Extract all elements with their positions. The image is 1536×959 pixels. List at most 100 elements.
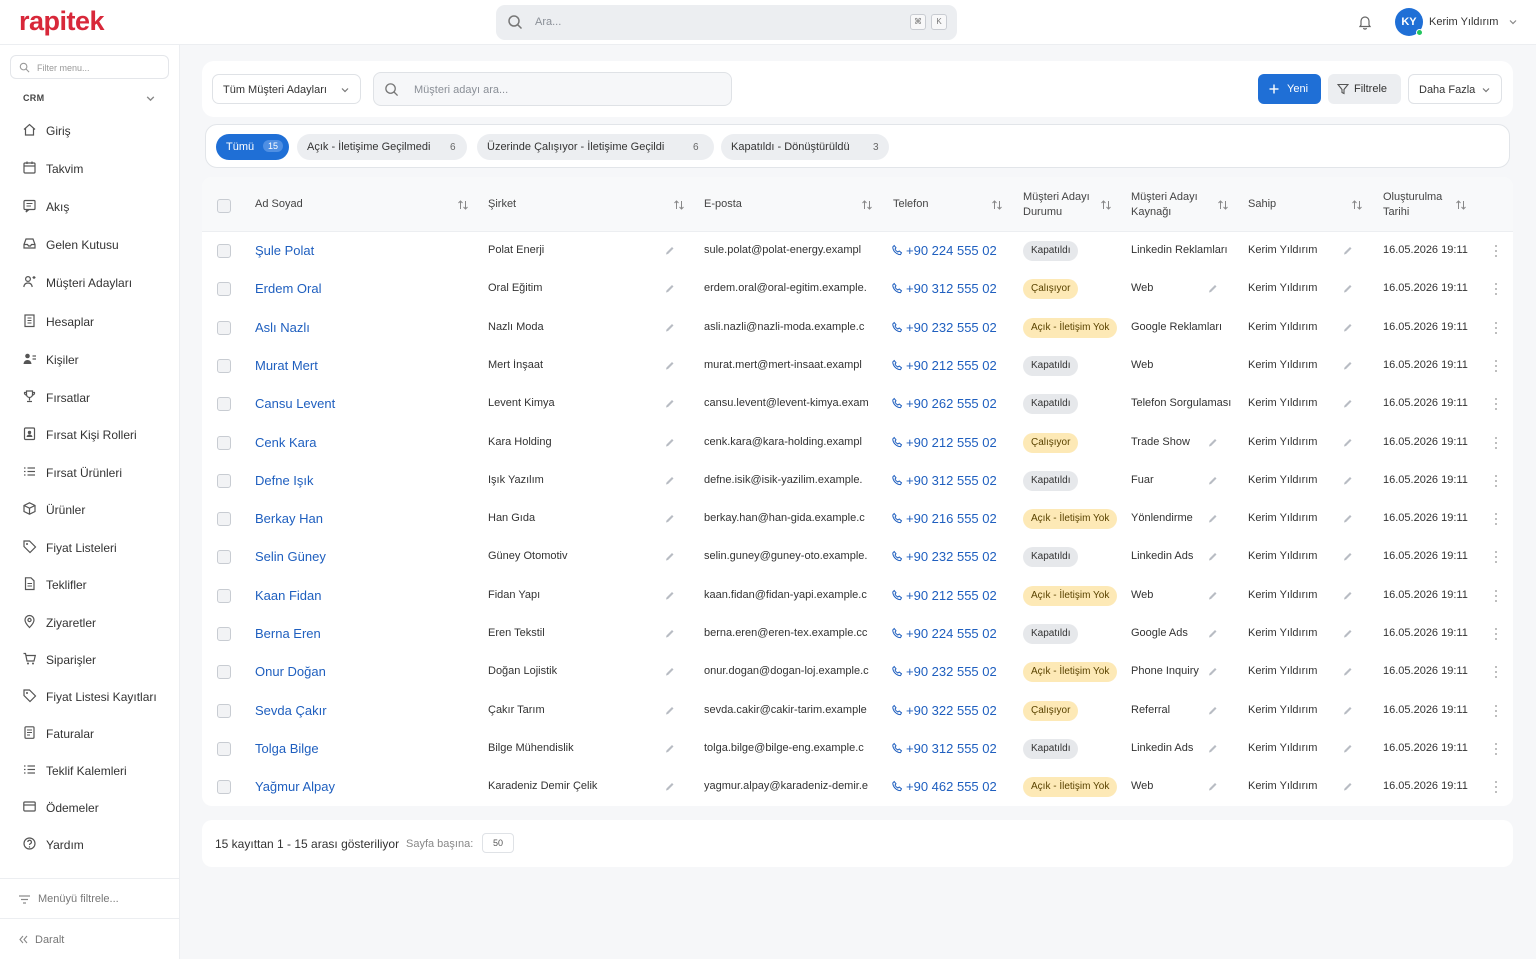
row-actions-icon[interactable]: [1492, 282, 1500, 296]
lead-name-link[interactable]: Aslı Nazlı: [255, 320, 455, 335]
phone-link[interactable]: +90 232 555 02: [906, 320, 1004, 335]
pencil-icon[interactable]: [1207, 437, 1218, 448]
column-header-owner[interactable]: Sahip: [1248, 197, 1276, 212]
sidebar-item-fırsat-ürünleri[interactable]: Fırsat Ürünleri: [10, 457, 170, 487]
phone-link[interactable]: +90 216 555 02: [906, 511, 1004, 526]
pencil-icon[interactable]: [1342, 245, 1353, 256]
row-checkbox[interactable]: [217, 665, 231, 680]
pencil-icon[interactable]: [664, 628, 675, 639]
email-cell[interactable]: berkay.han@han-gida.example.c: [704, 512, 876, 524]
row-checkbox[interactable]: [217, 780, 231, 795]
lead-name-link[interactable]: Şule Polat: [255, 243, 455, 258]
pencil-icon[interactable]: [664, 590, 675, 601]
list-view-select[interactable]: Tüm Müşteri Adayları: [212, 74, 361, 104]
table-row[interactable]: Defne Işık Işık Yazılım defne.isik@isik-…: [202, 462, 1513, 500]
row-actions-icon[interactable]: [1492, 627, 1500, 641]
row-actions-icon[interactable]: [1492, 397, 1500, 411]
pencil-icon[interactable]: [1342, 475, 1353, 486]
email-cell[interactable]: yagmur.alpay@karadeniz-demir.e: [704, 780, 876, 792]
lead-name-link[interactable]: Defne Işık: [255, 473, 455, 488]
pencil-icon[interactable]: [664, 360, 675, 371]
lead-name-link[interactable]: Selin Güney: [255, 549, 455, 564]
sidebar-item-fırsat-kişi-rolleri[interactable]: Fırsat Kişi Rolleri: [10, 419, 170, 449]
sidebar-item-fiyat-listeleri[interactable]: Fiyat Listeleri: [10, 532, 170, 562]
lead-name-link[interactable]: Yağmur Alpay: [255, 779, 455, 794]
sidebar-item-giriş[interactable]: Giriş: [10, 115, 170, 145]
pencil-icon[interactable]: [1342, 590, 1353, 601]
table-row[interactable]: Yağmur Alpay Karadeniz Demir Çelik yagmu…: [202, 768, 1513, 806]
email-cell[interactable]: sule.polat@polat-energy.exampl: [704, 244, 876, 256]
table-row[interactable]: Sevda Çakır Çakır Tarım sevda.cakir@caki…: [202, 692, 1513, 730]
row-actions-icon[interactable]: [1492, 512, 1500, 526]
chevron-down-icon[interactable]: [1508, 17, 1518, 27]
sidebar-item-ürünler[interactable]: Ürünler: [10, 494, 170, 524]
per-page-select[interactable]: 50: [482, 833, 514, 853]
sidebar-item-siparişler[interactable]: Siparişler: [10, 644, 170, 674]
lead-search-input[interactable]: Müşteri adayı ara...: [373, 72, 732, 106]
pencil-icon[interactable]: [664, 475, 675, 486]
row-actions-icon[interactable]: [1492, 665, 1500, 679]
pencil-icon[interactable]: [664, 551, 675, 562]
pencil-icon[interactable]: [1207, 666, 1218, 677]
pencil-icon[interactable]: [1342, 705, 1353, 716]
column-header-email[interactable]: E-posta: [704, 197, 742, 212]
row-checkbox[interactable]: [217, 627, 231, 641]
pencil-icon[interactable]: [1207, 743, 1218, 754]
column-header-company[interactable]: Şirket: [488, 197, 516, 212]
phone-link[interactable]: +90 462 555 02: [906, 779, 1004, 794]
email-cell[interactable]: murat.mert@mert-insaat.exampl: [704, 359, 876, 371]
email-cell[interactable]: sevda.cakir@cakir-tarim.example: [704, 704, 876, 716]
sidebar-item-ödemeler[interactable]: Ödemeler: [10, 792, 170, 822]
pencil-icon[interactable]: [1342, 743, 1353, 754]
pencil-icon[interactable]: [1207, 551, 1218, 562]
new-lead-button[interactable]: Yeni: [1258, 74, 1321, 104]
pencil-icon[interactable]: [664, 245, 675, 256]
row-actions-icon[interactable]: [1492, 780, 1500, 794]
pencil-icon[interactable]: [664, 283, 675, 294]
table-row[interactable]: Kaan Fidan Fidan Yapı kaan.fidan@fidan-y…: [202, 577, 1513, 615]
table-row[interactable]: Erdem Oral Oral Eğitim erdem.oral@oral-e…: [202, 270, 1513, 308]
phone-link[interactable]: +90 212 555 02: [906, 435, 1004, 450]
table-row[interactable]: Şule Polat Polat Enerji sule.polat@polat…: [202, 232, 1513, 270]
phone-link[interactable]: +90 312 555 02: [906, 473, 1004, 488]
lead-name-link[interactable]: Berna Eren: [255, 626, 455, 641]
row-actions-icon[interactable]: [1492, 244, 1500, 258]
collapse-sidebar-button[interactable]: Daralt: [18, 932, 118, 948]
column-header-phone[interactable]: Telefon: [893, 197, 928, 212]
lead-name-link[interactable]: Erdem Oral: [255, 281, 455, 296]
pencil-icon[interactable]: [664, 705, 675, 716]
phone-link[interactable]: +90 312 555 02: [906, 281, 1004, 296]
pencil-icon[interactable]: [1342, 398, 1353, 409]
pencil-icon[interactable]: [1207, 283, 1218, 294]
pencil-icon[interactable]: [1207, 590, 1218, 601]
sidebar-item-teklifler[interactable]: Teklifler: [10, 569, 170, 599]
select-all-checkbox[interactable]: [217, 199, 231, 213]
column-header-name[interactable]: Ad Soyad: [255, 197, 303, 212]
status-tab-0[interactable]: Tümü 15: [216, 134, 289, 160]
chevron-down-icon[interactable]: [145, 93, 156, 104]
sidebar-filter-input[interactable]: Filter menu...: [10, 55, 169, 79]
sort-icon[interactable]: [1455, 199, 1467, 211]
email-cell[interactable]: cansu.levent@levent-kimya.exam: [704, 397, 876, 409]
table-row[interactable]: Selin Güney Güney Otomotiv selin.guney@g…: [202, 538, 1513, 576]
row-checkbox[interactable]: [217, 244, 231, 258]
pencil-icon[interactable]: [1342, 437, 1353, 448]
row-actions-icon[interactable]: [1492, 474, 1500, 488]
sort-icon[interactable]: [1217, 199, 1229, 211]
sidebar-item-gelen-kutusu[interactable]: Gelen Kutusu: [10, 229, 170, 259]
column-header-created-date[interactable]: Oluşturulma Tarihi: [1383, 190, 1442, 220]
pencil-icon[interactable]: [1207, 628, 1218, 639]
phone-link[interactable]: +90 312 555 02: [906, 741, 1004, 756]
phone-link[interactable]: +90 212 555 02: [906, 588, 1004, 603]
sidebar-section-crm[interactable]: CRM: [23, 93, 44, 103]
row-checkbox[interactable]: [217, 358, 231, 373]
pencil-icon[interactable]: [664, 666, 675, 677]
row-checkbox[interactable]: [217, 473, 231, 488]
phone-link[interactable]: +90 212 555 02: [906, 358, 1004, 373]
sidebar-item-hesaplar[interactable]: Hesaplar: [10, 306, 170, 336]
sidebar-item-yardım[interactable]: Yardım: [10, 829, 170, 859]
sort-icon[interactable]: [1100, 199, 1112, 211]
sort-icon[interactable]: [673, 199, 685, 211]
email-cell[interactable]: asli.nazli@nazli-moda.example.c: [704, 321, 876, 333]
lead-name-link[interactable]: Onur Doğan: [255, 664, 455, 679]
